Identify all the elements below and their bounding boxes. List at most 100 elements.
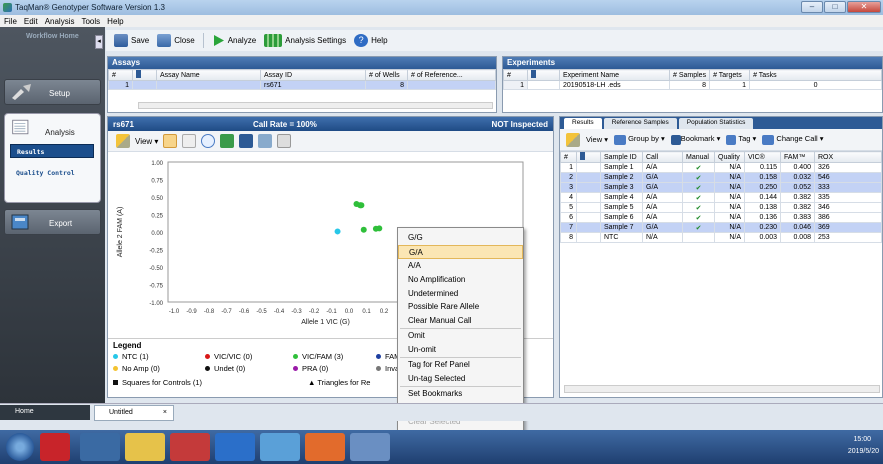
select-arrow-icon[interactable]	[163, 134, 178, 148]
taskbar-app-browser[interactable]	[80, 433, 120, 461]
results-row[interactable]: 8 NTC N/A N/A 0.003 0.008 253	[560, 232, 882, 243]
results-row[interactable]: 6 Sample 6 A/A ✔ N/A 0.136 0.383 386	[560, 212, 882, 223]
plot-view-dropdown[interactable]: View ▾	[135, 137, 158, 146]
col-sample-id[interactable]: Sample ID	[600, 151, 643, 163]
col-index[interactable]: #	[560, 151, 577, 163]
results-row[interactable]: 5 Sample 5 A/A ✔ N/A 0.138 0.382 346	[560, 202, 882, 213]
col-tasks[interactable]: # Tasks	[749, 69, 882, 81]
col-vic[interactable]: VIC®	[744, 151, 781, 163]
copy-icon[interactable]	[277, 134, 292, 148]
taskbar-app-paint[interactable]	[260, 433, 300, 461]
menu-edit[interactable]: Edit	[24, 17, 38, 26]
workflow-analysis[interactable]: Analysis Results Quality Control	[4, 113, 101, 203]
col-wells[interactable]: # of Wells	[365, 69, 408, 81]
plot-header: rs671 Call Rate = 100% NOT Inspected	[108, 117, 553, 131]
bookmark-dropdown[interactable]: Bookmark ▾	[670, 134, 720, 145]
col-index[interactable]: #	[503, 69, 528, 81]
assays-hscrollbar[interactable]	[138, 102, 493, 109]
taskbar-app-other[interactable]	[350, 433, 390, 461]
close-tab-icon[interactable]: ×	[163, 409, 167, 416]
assay-row[interactable]: 1 rs671 8	[108, 80, 496, 90]
results-row[interactable]: 4 Sample 4 A/A ✔ N/A 0.144 0.382 335	[560, 192, 882, 203]
results-hscrollbar[interactable]	[564, 385, 880, 393]
col-targets[interactable]: # Targets	[709, 69, 751, 81]
workflow-header[interactable]: Workflow Home	[0, 27, 105, 45]
cell-manual: ✔	[682, 202, 715, 213]
tray-time[interactable]: 15:00	[853, 436, 871, 443]
workflow-setup[interactable]: Setup	[4, 79, 101, 105]
close-button[interactable]: Close	[155, 33, 196, 49]
untitled-tab[interactable]: Untitled ×	[94, 405, 174, 421]
context-menu-item[interactable]: Omit	[398, 329, 523, 343]
pan-hand-icon[interactable]	[182, 134, 197, 148]
menu-file[interactable]: File	[4, 17, 17, 26]
col-experiment-name[interactable]: Experiment Name	[559, 69, 670, 81]
context-menu-item[interactable]: G/G	[398, 231, 523, 245]
context-menu-item[interactable]: Undetermined	[398, 287, 523, 301]
col-bookmark[interactable]	[132, 69, 157, 81]
col-call[interactable]: Call	[642, 151, 683, 163]
tray-date[interactable]: 2019/5/20	[848, 448, 879, 455]
group-by-dropdown[interactable]: Group by ▾	[613, 134, 665, 145]
context-menu-item[interactable]: A/A	[398, 259, 523, 273]
x-tick-label: 0.1	[362, 309, 371, 315]
workflow-quality-control[interactable]: Quality Control	[10, 166, 94, 180]
tab-population-statistics[interactable]: Population Statistics	[678, 118, 754, 129]
col-bookmark[interactable]	[527, 69, 560, 81]
collapse-workflow-button[interactable]: ◂	[95, 35, 103, 49]
chart-settings-icon[interactable]	[258, 134, 273, 148]
col-reference[interactable]: # of Reference...	[407, 69, 496, 81]
results-row[interactable]: 1 Sample 1 A/A ✔ N/A 0.115 0.400 326	[560, 162, 882, 173]
col-rox[interactable]: ROX	[814, 151, 882, 163]
context-menu-item[interactable]: G/A	[398, 244, 523, 259]
results-row[interactable]: 2 Sample 2 G/A ✔ N/A 0.158 0.032 546	[560, 172, 882, 183]
home-tab[interactable]: Home	[0, 405, 90, 420]
cluster-icon[interactable]	[239, 134, 254, 148]
taskbar-app-powerpoint[interactable]	[305, 433, 345, 461]
context-menu-item[interactable]: Set Bookmarks	[398, 387, 523, 401]
col-fam[interactable]: FAM™	[780, 151, 815, 163]
start-button[interactable]	[6, 433, 34, 461]
analyze-button[interactable]: Analyze	[210, 33, 258, 49]
col-samples[interactable]: # Samples	[668, 69, 711, 81]
fit-icon[interactable]	[220, 134, 235, 148]
help-button[interactable]: ? Help	[352, 33, 389, 49]
context-menu-item[interactable]: Possible Rare Allele	[398, 300, 523, 314]
menu-analysis[interactable]: Analysis	[45, 17, 75, 26]
col-manual[interactable]: Manual	[682, 151, 715, 163]
change-call-dropdown[interactable]: Change Call ▾	[762, 134, 824, 145]
col-assay-name[interactable]: Assay Name	[156, 69, 261, 81]
context-menu-item[interactable]: Un-tag Selected	[398, 372, 523, 386]
context-menu-item[interactable]: No Amplification	[398, 273, 523, 287]
experiment-row[interactable]: 1 20190518-LH .eds 8 1 0	[503, 80, 882, 90]
save-button[interactable]: Save	[112, 33, 151, 49]
col-quality[interactable]: Quality	[714, 151, 745, 163]
col-assay-id[interactable]: Assay ID	[260, 69, 366, 81]
tab-reference-samples[interactable]: Reference Samples	[603, 118, 677, 129]
cell-wells: 8	[365, 80, 408, 90]
tag-dropdown[interactable]: Tag ▾	[726, 134, 756, 145]
col-index[interactable]: #	[108, 69, 133, 81]
maximize-button[interactable]: □	[824, 1, 846, 13]
context-menu-item[interactable]: Un-omit	[398, 343, 523, 357]
taskbar-app-youdao[interactable]	[40, 433, 70, 461]
results-view-dropdown[interactable]: View ▾	[586, 135, 608, 144]
context-menu-item[interactable]: Tag for Ref Panel	[398, 358, 523, 372]
col-bookmark[interactable]	[576, 151, 601, 163]
taskbar-app-word[interactable]	[215, 433, 255, 461]
analysis-settings-button[interactable]: Analysis Settings	[262, 33, 348, 49]
zoom-icon[interactable]	[201, 134, 216, 148]
results-row[interactable]: 3 Sample 3 G/A ✔ N/A 0.250 0.052 333	[560, 182, 882, 193]
menu-help[interactable]: Help	[107, 17, 123, 26]
minimize-button[interactable]: –	[801, 1, 823, 13]
assays-panel: Assays # Assay Name Assay ID # of Wells …	[107, 56, 497, 113]
tab-results[interactable]: Results	[564, 118, 602, 129]
taskbar-app-explorer[interactable]	[125, 433, 165, 461]
workflow-export[interactable]: Export	[4, 209, 101, 235]
context-menu-item[interactable]: Clear Manual Call	[398, 314, 523, 328]
menu-tools[interactable]: Tools	[81, 17, 100, 26]
close-window-button[interactable]: ✕	[847, 1, 881, 13]
taskbar-app-genotyper[interactable]	[170, 433, 210, 461]
results-row[interactable]: 7 Sample 7 G/A ✔ N/A 0.230 0.046 369	[560, 222, 882, 233]
workflow-results[interactable]: Results	[10, 144, 94, 158]
